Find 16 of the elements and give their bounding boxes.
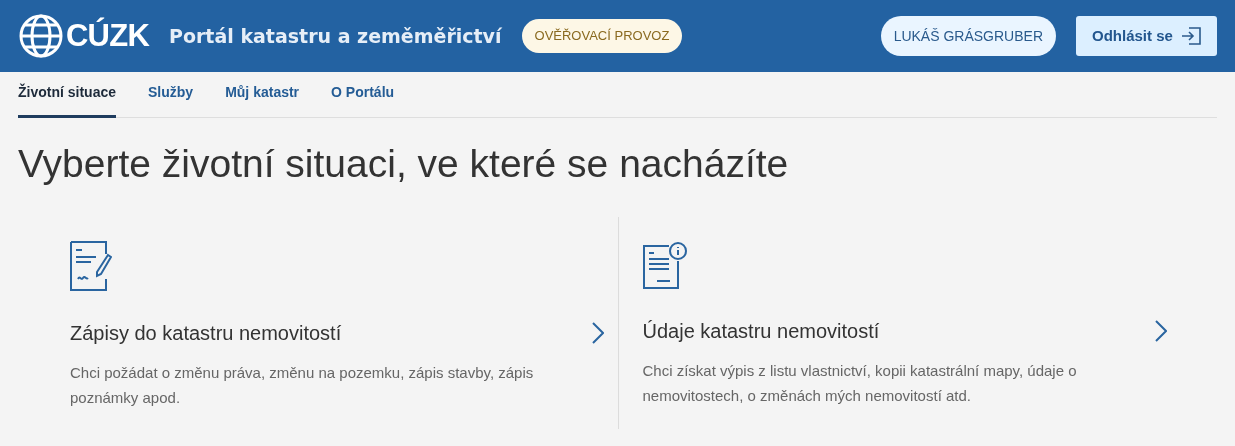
portal-title: Portál katastru a zeměměřictví	[169, 23, 502, 49]
situation-card[interactable]: Údaje katastru nemovitostí Chci získat výpis z listu vlastnictví, kopii katastrální mapy, údaje o nemovitostech, o změnách mých nemovitostí atd.	[617, 217, 1217, 429]
card-title: Zápisy do katastru nemovitostí	[70, 321, 342, 346]
nav-tab[interactable]: Můj katastr	[225, 82, 300, 118]
card-description: Chci získat výpis z listu vlastnictví, kopii katastrální mapy, údaje o nemovitostech, o změnách mých nemovitostí atd.	[642, 361, 1078, 406]
logout-button[interactable]: Odhlásit se	[1076, 16, 1217, 56]
user-button[interactable]: LUKÁŠ GRÁSGRUBER	[880, 16, 1056, 56]
nav-tab[interactable]: Životní situace	[18, 82, 117, 118]
card-description: Chci požádat o změnu práva, změnu na pozemku, zápis stavby, zápis poznámky apod.	[70, 363, 535, 408]
nav-tab[interactable]: Služby	[148, 82, 194, 118]
nav-tab[interactable]: O Portálu	[331, 82, 395, 118]
card-title: Údaje katastru nemovitostí	[642, 319, 880, 344]
logo-text: CÚZK	[66, 16, 149, 55]
page-heading: Vyberte životní situaci, ve které se nacházíte	[18, 144, 790, 183]
situation-card[interactable]: Zápisy do katastru nemovitostí Chci požádat o změnu práva, změnu na pozemku, zápis stavby, zápis poznámky apod.	[18, 217, 618, 429]
environment-badge: OVĚŘOVACÍ PROVOZ	[521, 19, 683, 53]
